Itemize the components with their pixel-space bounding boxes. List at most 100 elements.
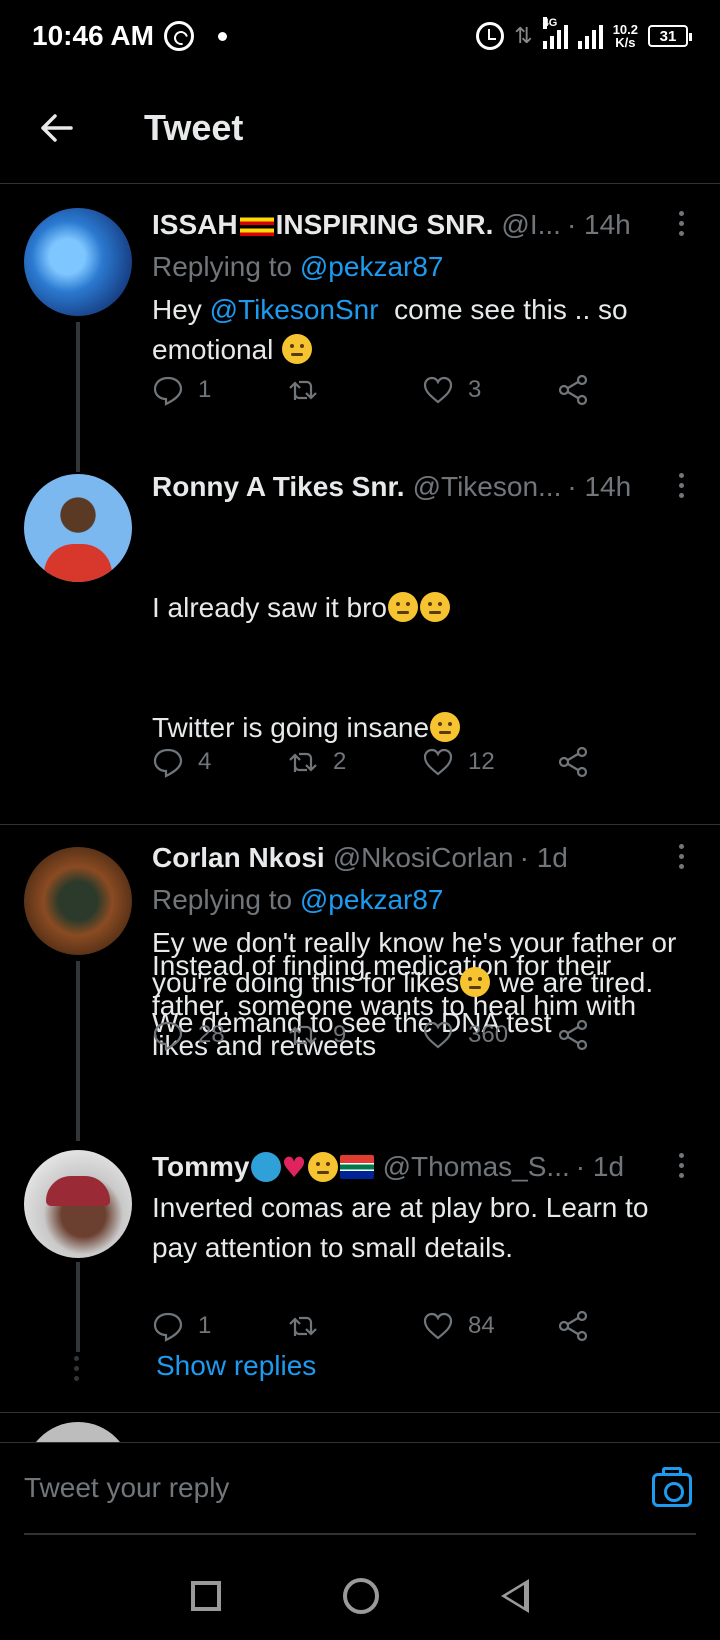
- data-arrows-icon: ⇅: [514, 23, 533, 49]
- tweet-header: ISSAH INSPIRING SNR. @I... · 14h: [152, 204, 696, 246]
- camera-icon[interactable]: [652, 1467, 692, 1507]
- avatar[interactable]: [24, 208, 132, 316]
- like-count: 12: [468, 748, 495, 775]
- reply-button[interactable]: 1: [152, 374, 287, 406]
- share-button[interactable]: [557, 1310, 597, 1342]
- author-name[interactable]: Tommy: [152, 1151, 250, 1183]
- anxious-face-emoji: [430, 712, 461, 742]
- next-tweet-peek[interactable]: [0, 1416, 720, 1442]
- reply-input[interactable]: Tweet your reply: [24, 1443, 696, 1535]
- tweet-text-prefix: Hey: [152, 294, 210, 325]
- reply-button[interactable]: 1: [152, 1310, 287, 1342]
- smiling-face-emoji: [307, 1152, 338, 1182]
- author-name-suffix[interactable]: INSPIRING SNR.: [276, 209, 494, 241]
- heart-icon: [423, 1312, 453, 1340]
- red-heart-emoji: ♥: [281, 1150, 307, 1184]
- system-nav-bar: [0, 1552, 720, 1640]
- tweet-corlan[interactable]: Corlan Nkosi @NkosiCorlan · 1d Replying …: [0, 825, 720, 1141]
- replying-to-link[interactable]: @pekzar87: [300, 884, 444, 915]
- mention-link[interactable]: @TikesonSnr: [210, 294, 379, 325]
- reply-count: 1: [198, 1312, 212, 1339]
- reply-button[interactable]: 28: [152, 1019, 287, 1051]
- like-button[interactable]: 84: [422, 1310, 557, 1342]
- retweet-icon: [289, 1316, 317, 1336]
- more-options-button[interactable]: [666, 841, 696, 871]
- author-name[interactable]: ISSAH: [152, 209, 238, 241]
- like-button[interactable]: 3: [422, 374, 557, 406]
- retweet-button[interactable]: 9: [287, 1019, 422, 1051]
- speech-bubble-icon: [153, 1021, 183, 1051]
- network-type: 4G: [542, 17, 558, 29]
- share-button[interactable]: [557, 1019, 597, 1051]
- speed-unit: K/s: [615, 35, 636, 50]
- replying-prefix: Replying to: [152, 251, 300, 282]
- reply-button[interactable]: 4: [152, 746, 287, 778]
- avatar[interactable]: [24, 474, 132, 582]
- show-replies-link[interactable]: Show replies: [156, 1350, 316, 1382]
- speech-bubble-icon: [153, 748, 183, 778]
- avatar[interactable]: [24, 1150, 132, 1258]
- speech-bubble-icon: [153, 1312, 183, 1342]
- like-count: 84: [468, 1312, 495, 1339]
- retweet-icon: [289, 380, 317, 400]
- more-options-button[interactable]: [666, 208, 696, 238]
- tweet-header: Corlan Nkosi @NkosiCorlan · 1d: [152, 837, 696, 879]
- divider: [0, 1412, 720, 1413]
- home-button[interactable]: [343, 1578, 379, 1614]
- tweet-actions: 4 2 12: [152, 740, 597, 784]
- crying-face-emoji: [282, 334, 313, 364]
- share-button[interactable]: [557, 374, 597, 406]
- author-handle[interactable]: @I...: [501, 209, 561, 241]
- author-handle[interactable]: @Tikeson...: [413, 471, 562, 503]
- back-button[interactable]: [0, 72, 112, 183]
- tweet-ronny[interactable]: Ronny A Tikes Snr. @Tikeson... · 14h I a…: [0, 454, 720, 1061]
- retweet-button[interactable]: [287, 1310, 422, 1342]
- unamused-face-emoji: [388, 592, 418, 622]
- arrow-left-icon: [41, 113, 73, 142]
- replying-to: Replying to @pekzar87: [152, 879, 696, 921]
- whatsapp-icon: [163, 21, 194, 51]
- tweet-tommy[interactable]: Tommy ♥ @Thomas_S... · 1d Inverted comas…: [0, 1132, 720, 1412]
- retweet-button[interactable]: 2: [287, 746, 422, 778]
- speech-bubble-icon: [153, 376, 183, 406]
- tweet-time: · 14h: [567, 471, 632, 502]
- tweet-actions: 1 3: [152, 368, 597, 412]
- replying-to: Replying to @pekzar87: [152, 246, 696, 288]
- heart-icon: [423, 1021, 453, 1049]
- share-button[interactable]: [557, 746, 597, 778]
- like-button[interactable]: 12: [422, 746, 557, 778]
- network-speed: 10.2 K/s: [613, 23, 638, 49]
- thread-line: [76, 322, 80, 472]
- author-name[interactable]: Corlan Nkosi: [152, 842, 325, 874]
- retweet-button[interactable]: [287, 374, 422, 406]
- signal-icon: 4G: [542, 17, 568, 49]
- more-options-button[interactable]: [666, 1150, 696, 1180]
- retweet-count: 9: [333, 1021, 347, 1048]
- tweet-header: Tommy ♥ @Thomas_S... · 1d: [152, 1146, 696, 1188]
- eye-roll-face-emoji: [460, 967, 491, 997]
- like-button[interactable]: 360: [422, 1019, 557, 1051]
- recent-apps-button[interactable]: [191, 1581, 221, 1611]
- thinking-face-emoji: [420, 592, 450, 622]
- replying-to-link[interactable]: @pekzar87: [300, 251, 444, 282]
- like-count: 3: [468, 376, 482, 403]
- more-options-button[interactable]: [666, 470, 696, 500]
- tweet-time: · 14h: [566, 209, 631, 240]
- avatar[interactable]: [24, 847, 132, 955]
- author-handle[interactable]: @Thomas_S...: [383, 1151, 570, 1183]
- author-handle[interactable]: @NkosiCorlan: [333, 842, 514, 874]
- avatar[interactable]: [24, 1422, 132, 1442]
- status-right: ⇅ 4G 10.2 K/s 31: [476, 17, 692, 50]
- globe-emoji: [250, 1152, 281, 1182]
- battery-icon: 31: [648, 25, 692, 47]
- reply-count: 4: [198, 748, 212, 775]
- share-icon: [558, 746, 588, 778]
- tweet-issah[interactable]: ISSAH INSPIRING SNR. @I... · 14h Replyin…: [0, 184, 720, 472]
- tweet-actions: 28 9 360: [152, 1013, 597, 1057]
- author-name[interactable]: Ronny A Tikes Snr.: [152, 471, 405, 503]
- system-back-button[interactable]: [501, 1579, 529, 1613]
- share-icon: [558, 1019, 588, 1051]
- status-time: 10:46 AM: [32, 20, 154, 51]
- alarm-icon: [476, 22, 505, 50]
- heart-icon: [423, 748, 453, 776]
